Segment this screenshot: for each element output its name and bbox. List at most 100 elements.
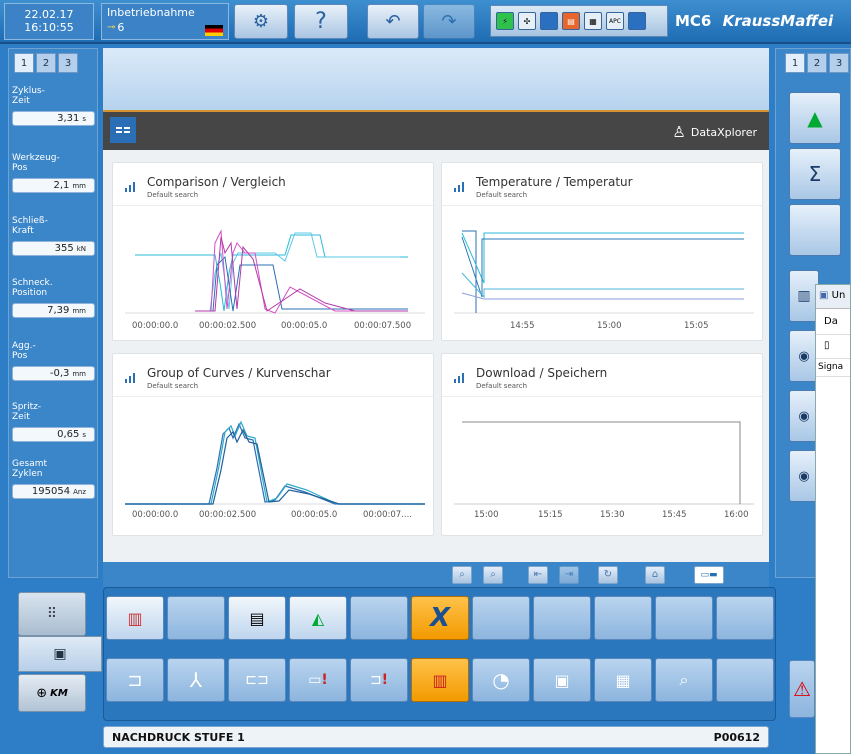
- value-field[interactable]: 0,65 s: [12, 427, 95, 442]
- reset-button[interactable]: ↻: [598, 565, 618, 584]
- battery-icon: ▭▬: [700, 569, 718, 580]
- left-tab-2[interactable]: 2: [36, 53, 56, 73]
- popup-menu[interactable]: Da: [816, 309, 850, 335]
- mode-value: 6: [117, 21, 125, 34]
- empty-slot-2[interactable]: [350, 596, 408, 640]
- peripherals-button[interactable]: ▣: [533, 658, 591, 702]
- mold-temp-button[interactable]: ⊐!: [350, 658, 408, 702]
- grid-view-button[interactable]: ⠿: [18, 592, 86, 636]
- grid-menu-button[interactable]: [110, 117, 136, 143]
- value-label: Schneck. Position: [12, 278, 53, 298]
- cycle-timer-button[interactable]: ◔: [472, 658, 530, 702]
- empty-slot-6[interactable]: [655, 596, 713, 640]
- zoom-out-button[interactable]: ⌕: [483, 565, 503, 584]
- temp-series-2: [461, 232, 744, 284]
- screw-button[interactable]: ⊏⊐: [228, 658, 286, 702]
- warning-button[interactable]: ⚠: [789, 660, 815, 718]
- empty-slot-7[interactable]: [716, 596, 774, 640]
- bar-chart-icon: [125, 182, 135, 192]
- diagnostics-button[interactable]: ⌕: [655, 658, 713, 702]
- popup-window[interactable]: ▣ Un Da ▯ Signa: [815, 284, 851, 754]
- empty-slot-5[interactable]: [594, 596, 652, 640]
- left-tab-3[interactable]: 3: [58, 53, 78, 73]
- right-tab-2[interactable]: 2: [807, 53, 827, 73]
- empty-slot-4[interactable]: [533, 596, 591, 640]
- card-comparison[interactable]: Comparison / Vergleich Default search 00…: [112, 162, 434, 341]
- process-chart-icon-button[interactable]: ▲: [789, 92, 841, 144]
- screens-icon: ▣: [53, 646, 67, 662]
- user-icon: ♙: [672, 123, 686, 141]
- ejector-button[interactable]: ⅄: [167, 658, 225, 702]
- empty-slot-1[interactable]: [167, 596, 225, 640]
- value-field[interactable]: 355 kN: [12, 241, 95, 256]
- right-tab-3[interactable]: 3: [829, 53, 849, 73]
- machine-status-icon[interactable]: ⚡: [496, 12, 514, 30]
- mold-button[interactable]: ⊐: [106, 658, 164, 702]
- bar-chart-icon: [125, 373, 135, 383]
- value-field[interactable]: 3,31 s: [12, 111, 95, 126]
- value-number: -0,3: [49, 368, 70, 379]
- temp-series-5: [461, 292, 744, 300]
- value-number: 355: [54, 243, 74, 254]
- mold-icon: ⊐: [127, 669, 143, 691]
- graphics-button[interactable]: ▥: [411, 658, 469, 702]
- zoom-in-button[interactable]: ⌕: [452, 565, 472, 584]
- home-button[interactable]: ⌂: [645, 565, 665, 584]
- document-icon[interactable]: ▯: [824, 340, 830, 351]
- value-field[interactable]: -0,3 mm: [12, 366, 95, 381]
- scroll-left-button[interactable]: ⇤: [528, 565, 548, 584]
- apc-icon[interactable]: APC: [606, 12, 624, 30]
- value-item: Schneck. Position 7,39 mm: [12, 278, 95, 318]
- curve-button[interactable]: ◭: [289, 596, 347, 640]
- peripherals-icon: ▣: [554, 670, 570, 690]
- redo-button[interactable]: ↷: [423, 4, 475, 39]
- eye-icon-3: ◉: [798, 468, 810, 484]
- screen-switch-button[interactable]: ▣: [18, 636, 102, 672]
- dataxplorer-bar: ♙ DataXplorer: [103, 110, 769, 150]
- settings-button[interactable]: ⚙: [234, 4, 288, 39]
- barrel-temp-button[interactable]: ▭!: [289, 658, 347, 702]
- mode-label: Inbetriebnahme: [107, 6, 195, 19]
- help-button[interactable]: ?: [294, 4, 348, 39]
- blank-status-icon-2: [628, 12, 646, 30]
- value-field[interactable]: 2,1 mm: [12, 178, 95, 193]
- empty-slot-3[interactable]: [472, 596, 530, 640]
- right-tab-1[interactable]: 1: [785, 53, 805, 73]
- printer-icon[interactable]: ▦: [584, 12, 602, 30]
- fan-icon[interactable]: ✣: [518, 12, 536, 30]
- value-label: Werkzeug- Pos: [12, 153, 60, 173]
- empty-slot-8[interactable]: [716, 658, 774, 702]
- value-number: 7,39: [47, 305, 70, 316]
- battery-button[interactable]: ▭▬: [694, 565, 724, 584]
- value-item: Spritz- Zeit 0,65 s: [12, 402, 95, 442]
- km-button[interactable]: ⊕ KM: [18, 674, 86, 712]
- left-tab-1[interactable]: 1: [14, 53, 34, 73]
- card-temperature[interactable]: Temperature / Temperatur Default search …: [441, 162, 763, 341]
- temp-series-4: [461, 272, 744, 299]
- german-flag-icon[interactable]: [205, 25, 223, 36]
- grid-cell-icon: [116, 131, 122, 133]
- dataxplorer-user[interactable]: ♙ DataXplorer: [672, 123, 757, 141]
- reset-icon: ↻: [603, 569, 613, 580]
- card-group-of-curves[interactable]: Group of Curves / Kurvenschar Default se…: [112, 353, 434, 536]
- popup-titlebar: ▣ Un: [816, 285, 850, 309]
- mode-selector[interactable]: Inbetriebnahme ⊸ 6: [101, 3, 229, 40]
- card-divider: [442, 396, 762, 397]
- tick-label: 00:00:00.0: [132, 510, 179, 520]
- value-label: Spritz- Zeit: [12, 402, 42, 422]
- dataxplorer-button[interactable]: X: [411, 596, 469, 640]
- value-label: Schließ- Kraft: [12, 216, 48, 236]
- value-field[interactable]: 195054 Anz: [12, 484, 95, 499]
- sum-icon-button[interactable]: Σ: [789, 148, 841, 200]
- undo-button[interactable]: ↶: [367, 4, 419, 39]
- blank-right-button[interactable]: [789, 204, 841, 256]
- monitor-button[interactable]: ▤: [228, 596, 286, 640]
- heater-icon[interactable]: ▤: [562, 12, 580, 30]
- card-download[interactable]: Download / Speichern Default search 15:0…: [441, 353, 763, 536]
- value-field[interactable]: 7,39 mm: [12, 303, 95, 318]
- network-button[interactable]: ▦: [594, 658, 652, 702]
- tick-label: 00:00:02.500: [199, 321, 257, 331]
- scroll-right-button[interactable]: ⇥: [559, 565, 579, 584]
- value-unit: mm: [72, 182, 86, 190]
- trend-chart-button[interactable]: ▥: [106, 596, 164, 640]
